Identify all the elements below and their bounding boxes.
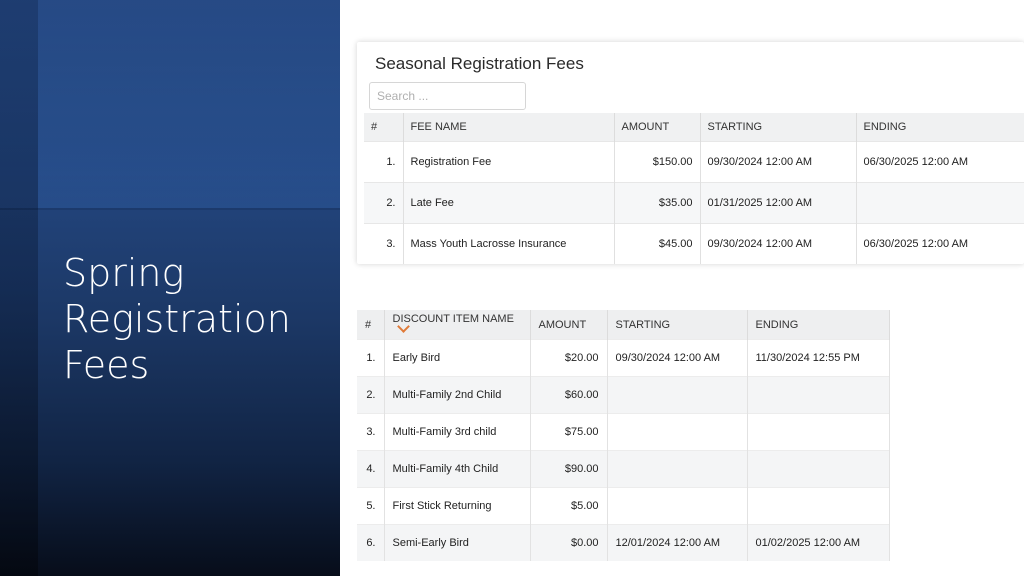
row-number: 2. (364, 182, 404, 224)
row-number: 1. (357, 339, 385, 377)
discount-starting: 09/30/2024 12:00 AM (607, 339, 748, 377)
discount-starting (607, 450, 748, 488)
table-row[interactable]: 3. Multi-Family 3rd child $75.00 (357, 413, 890, 451)
row-number: 5. (357, 487, 385, 525)
column-header-ending[interactable]: ENDING (856, 113, 1024, 142)
slide-title-line: Fees (63, 343, 150, 387)
table-row[interactable]: 1. Early Bird $20.00 09/30/2024 12:00 AM… (357, 339, 890, 377)
discount-starting (607, 376, 748, 414)
column-header-starting[interactable]: STARTING (700, 113, 857, 142)
discount-amount: $20.00 (530, 339, 608, 377)
discount-amount: $0.00 (530, 524, 608, 561)
column-header-fee-name[interactable]: FEE NAME (403, 113, 615, 142)
table-row[interactable]: 5. First Stick Returning $5.00 (357, 487, 890, 525)
column-header-starting[interactable]: STARTING (607, 310, 748, 340)
slide-title: Spring Registration Fees (63, 250, 333, 388)
discount-name: Multi-Family 4th Child (384, 450, 531, 488)
column-header-ending[interactable]: ENDING (747, 310, 890, 340)
column-header-number[interactable]: # (357, 310, 385, 340)
table-row[interactable]: 2. Late Fee $35.00 01/31/2025 12:00 AM (364, 182, 1024, 224)
fee-ending (856, 182, 1024, 224)
fees-table: # FEE NAME AMOUNT STARTING ENDING 1. Reg… (364, 113, 1024, 264)
search-input[interactable] (369, 82, 526, 110)
decorative-block (0, 0, 340, 210)
column-header-amount[interactable]: AMOUNT (530, 310, 608, 340)
discount-name: Multi-Family 2nd Child (384, 376, 531, 414)
column-header-label: DISCOUNT ITEM NAME (392, 312, 514, 325)
discount-ending: 11/30/2024 12:55 PM (747, 339, 890, 377)
discount-name: Semi-Early Bird (384, 524, 531, 561)
row-number: 1. (364, 141, 404, 183)
table-row[interactable]: 2. Multi-Family 2nd Child $60.00 (357, 376, 890, 414)
row-number: 2. (357, 376, 385, 414)
discount-name: Multi-Family 3rd child (384, 413, 531, 451)
title-panel: Spring Registration Fees (0, 0, 340, 576)
fee-name: Late Fee (403, 182, 615, 224)
table-header-row: # DISCOUNT ITEM NAME AMOUNT STARTING END… (357, 310, 890, 340)
discounts-table: # DISCOUNT ITEM NAME AMOUNT STARTING END… (357, 310, 890, 561)
row-number: 3. (357, 413, 385, 451)
discount-amount: $5.00 (530, 487, 608, 525)
column-header-number[interactable]: # (364, 113, 404, 142)
discount-starting (607, 413, 748, 451)
column-header-amount[interactable]: AMOUNT (614, 113, 701, 142)
decorative-stripe (0, 0, 38, 576)
discount-ending (747, 450, 890, 488)
discount-ending (747, 376, 890, 414)
registration-fees-panel: Seasonal Registration Fees # FEE NAME AM… (357, 42, 1024, 264)
discount-starting (607, 487, 748, 525)
fee-name: Registration Fee (403, 141, 615, 183)
discount-name: First Stick Returning (384, 487, 531, 525)
row-number: 6. (357, 524, 385, 561)
discount-amount: $60.00 (530, 376, 608, 414)
slide-title-line: Spring (63, 251, 185, 295)
fee-starting: 01/31/2025 12:00 AM (700, 182, 857, 224)
fee-ending: 06/30/2025 12:00 AM (856, 223, 1024, 264)
discount-starting: 12/01/2024 12:00 AM (607, 524, 748, 561)
panel-title: Seasonal Registration Fees (375, 54, 584, 73)
discount-amount: $75.00 (530, 413, 608, 451)
slide-title-line: Registration (63, 297, 291, 341)
fee-amount: $150.00 (614, 141, 701, 183)
table-row[interactable]: 6. Semi-Early Bird $0.00 12/01/2024 12:0… (357, 524, 890, 561)
column-header-discount-name[interactable]: DISCOUNT ITEM NAME (384, 310, 531, 340)
row-number: 4. (357, 450, 385, 488)
fee-amount: $45.00 (614, 223, 701, 264)
discount-ending (747, 487, 890, 525)
table-header-row: # FEE NAME AMOUNT STARTING ENDING (364, 113, 1024, 142)
table-row[interactable]: 4. Multi-Family 4th Child $90.00 (357, 450, 890, 488)
discount-name: Early Bird (384, 339, 531, 377)
fee-starting: 09/30/2024 12:00 AM (700, 223, 857, 264)
discount-ending (747, 413, 890, 451)
row-number: 3. (364, 223, 404, 264)
fee-starting: 09/30/2024 12:00 AM (700, 141, 857, 183)
fee-amount: $35.00 (614, 182, 701, 224)
fee-name: Mass Youth Lacrosse Insurance (403, 223, 615, 264)
fee-ending: 06/30/2025 12:00 AM (856, 141, 1024, 183)
table-row[interactable]: 3. Mass Youth Lacrosse Insurance $45.00 … (364, 223, 1024, 264)
discount-amount: $90.00 (530, 450, 608, 488)
decorative-divider (0, 208, 340, 210)
table-row[interactable]: 1. Registration Fee $150.00 09/30/2024 1… (364, 141, 1024, 183)
discount-ending: 01/02/2025 12:00 AM (747, 524, 890, 561)
